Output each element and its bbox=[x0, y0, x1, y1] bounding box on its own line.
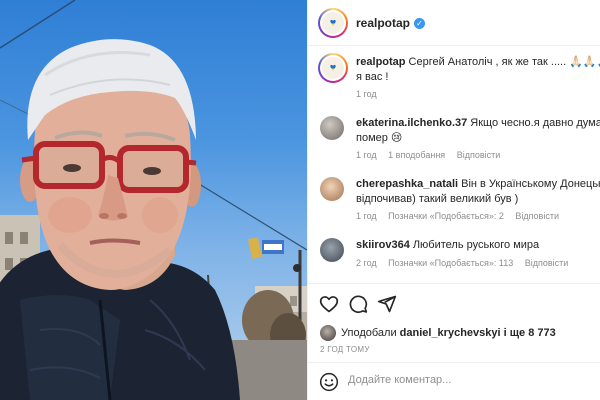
author-username[interactable]: realpotap ✓ bbox=[356, 16, 426, 30]
comment-time[interactable]: 1 год bbox=[356, 211, 377, 221]
comment-likes[interactable]: Позначки «Подобається»: 2 bbox=[388, 211, 504, 221]
reply-button[interactable]: Відповісти bbox=[457, 150, 501, 160]
comment-likes[interactable]: 1 вподобання bbox=[388, 150, 445, 160]
author-avatar[interactable]: ♥ bbox=[318, 8, 348, 38]
comment-item: skiirov364 Любитель руського мира 2 год П… bbox=[308, 234, 600, 274]
liked-by-row: Уподобали daniel_krychevskyi і ще 8 773 bbox=[308, 323, 600, 345]
comment-text-2: помер 😢 bbox=[356, 131, 600, 146]
commenter-avatar[interactable] bbox=[320, 238, 344, 262]
comment-input[interactable]: Додайте коментар... bbox=[348, 374, 451, 386]
comment-meta: 1 год Позначки «Подобається»: 2 Відповіс… bbox=[356, 211, 568, 221]
comment-meta: 1 год 1 вподобання Відповісти bbox=[356, 150, 509, 160]
comment-text: ekaterina.ilchenko.37 Якщо чесно.я давно … bbox=[356, 116, 600, 131]
liked-by-text: Уподобали daniel_krychevskyi і ще 8 773 bbox=[341, 327, 556, 339]
comment-time[interactable]: 2 год bbox=[356, 258, 377, 268]
liked-by-others[interactable]: і ще 8 773 bbox=[504, 327, 556, 339]
comment-text: skiirov364 Любитель руського мира bbox=[356, 238, 600, 253]
comment-item: cherepashka_natali Він в Українському Дон… bbox=[308, 173, 600, 225]
comment-likes[interactable]: Позначки «Подобається»: 113 bbox=[388, 258, 513, 268]
add-comment-bar: Додайте коментар... bbox=[308, 362, 600, 400]
author-username-text[interactable]: realpotap bbox=[356, 16, 410, 30]
reply-button[interactable]: Відповісти bbox=[515, 211, 559, 221]
verified-badge-icon: ✓ bbox=[414, 18, 426, 29]
comment-username[interactable]: skiirov364 bbox=[356, 239, 410, 251]
post-time-ago[interactable]: 2 ГОД ТОМУ bbox=[320, 345, 370, 354]
reply-button[interactable]: Відповісти bbox=[525, 258, 569, 268]
liked-by-user[interactable]: daniel_krychevskyi bbox=[400, 327, 501, 339]
commenter-avatar[interactable] bbox=[320, 116, 344, 140]
comment-meta: 2 год Позначки «Подобається»: 113 Відпов… bbox=[356, 258, 577, 268]
caption-meta: 1 год bbox=[356, 89, 386, 99]
caption-text: realpotap Сергей Анатоліч , як же так ...… bbox=[356, 55, 600, 70]
caption-time[interactable]: 1 год bbox=[356, 89, 377, 99]
comment-line-1: Він в Українському Донецьку у клубі bbox=[461, 178, 600, 190]
ukraine-heart-icon: ♥ bbox=[329, 16, 337, 29]
liker-avatar[interactable] bbox=[320, 325, 336, 341]
post-header: ♥ realpotap ✓ bbox=[308, 0, 600, 46]
selfie-photo bbox=[0, 0, 307, 400]
comment-line-2: помер 😢 bbox=[356, 132, 403, 144]
commenter-avatar[interactable] bbox=[320, 177, 344, 201]
caption-avatar[interactable]: ♥ bbox=[318, 53, 348, 83]
comment-item: ekaterina.ilchenko.37 Якщо чесно.я давно … bbox=[308, 112, 600, 164]
smiley-icon[interactable] bbox=[319, 372, 339, 392]
paper-plane-icon[interactable] bbox=[377, 294, 397, 314]
comment-line-1: Якщо чесно.я давно думала що він bbox=[470, 117, 600, 129]
post-photo bbox=[0, 0, 307, 400]
post-side-panel: ♥ realpotap ✓ ♥ realpotap Сергей Анатоліч … bbox=[307, 0, 600, 400]
caption-line-1: Сергей Анатоліч , як же так ..... 🙏🏻🙏🏻🙏🏻… bbox=[408, 56, 600, 68]
liked-by-prefix: Уподобали bbox=[341, 327, 397, 339]
comment-line-2: відпочивав) такий великий був ) bbox=[356, 193, 519, 205]
comment-text: cherepashka_natali Він в Українському Дон… bbox=[356, 177, 600, 192]
caption-row: ♥ realpotap Сергей Анатоліч , як же так .… bbox=[308, 47, 600, 103]
speech-bubble-icon[interactable] bbox=[348, 294, 368, 314]
post-actions bbox=[308, 283, 600, 323]
caption-line-2: я вас ! bbox=[356, 71, 389, 83]
comment-username[interactable]: cherepashka_natali bbox=[356, 178, 458, 190]
ukraine-heart-icon: ♥ bbox=[329, 61, 337, 74]
comment-line-1: Любитель руського мира bbox=[412, 239, 540, 251]
heart-outline-icon[interactable] bbox=[319, 294, 339, 314]
comment-text-2: відпочивав) такий великий був ) bbox=[356, 192, 600, 207]
caption-text-2: я вас ! bbox=[356, 70, 600, 85]
comment-username[interactable]: ekaterina.ilchenko.37 bbox=[356, 117, 467, 129]
comments-list[interactable]: ♥ realpotap Сергей Анатоліч , як же так .… bbox=[308, 47, 600, 283]
comment-time[interactable]: 1 год bbox=[356, 150, 377, 160]
caption-username[interactable]: realpotap bbox=[356, 56, 406, 68]
